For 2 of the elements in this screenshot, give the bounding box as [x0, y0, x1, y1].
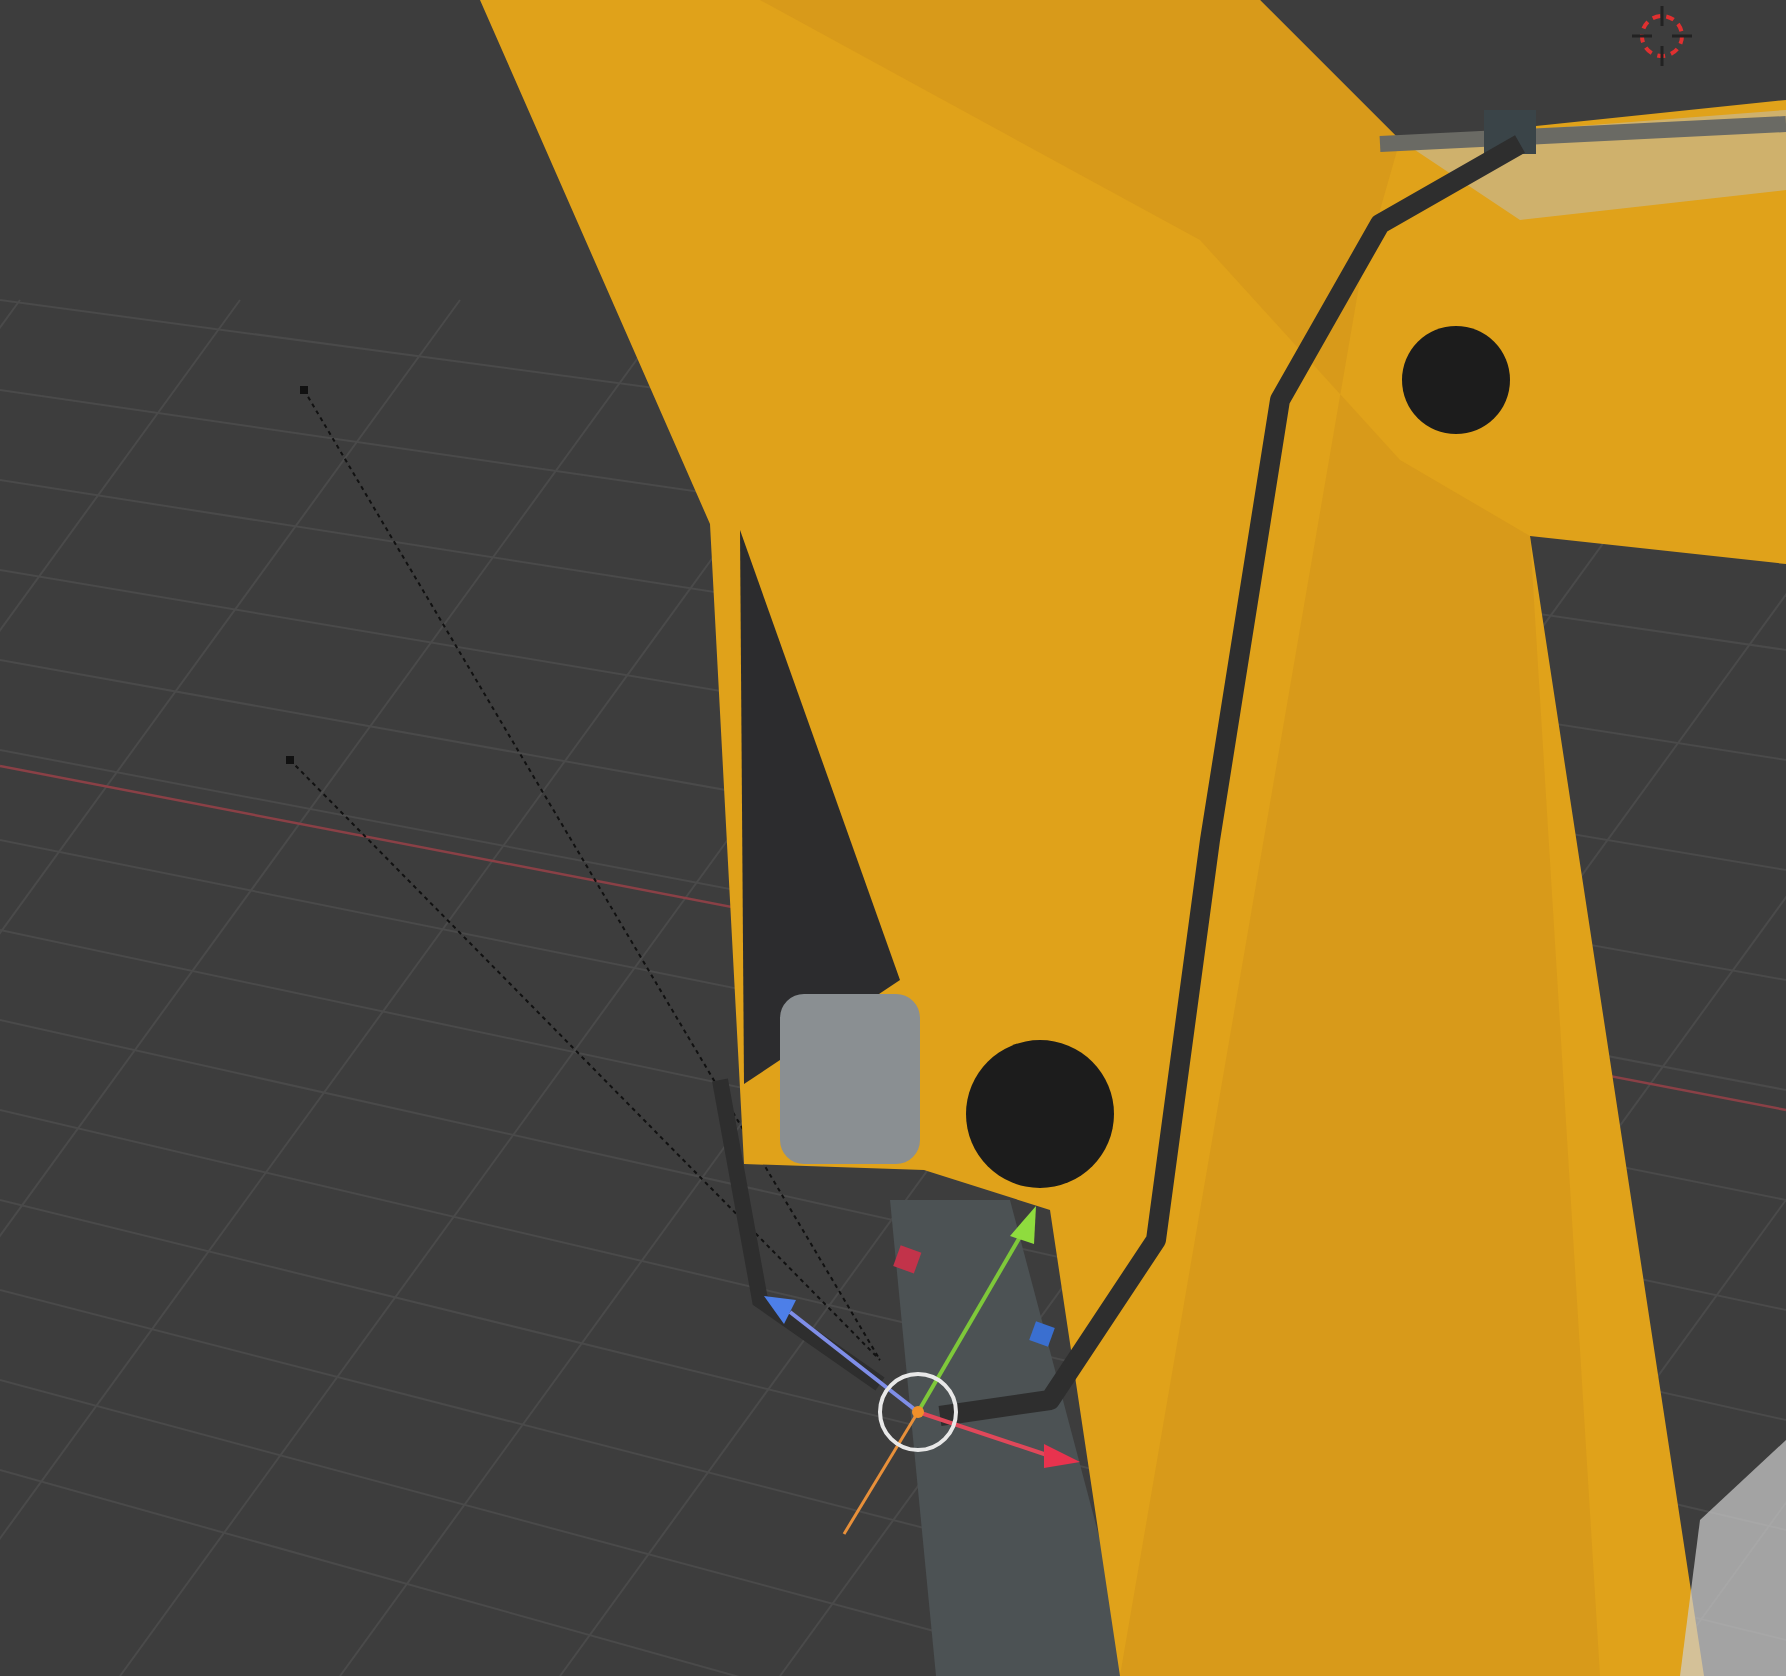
3d-viewport[interactable] [0, 0, 1786, 1676]
transform-gizmo-drawing[interactable] [764, 1206, 1080, 1535]
